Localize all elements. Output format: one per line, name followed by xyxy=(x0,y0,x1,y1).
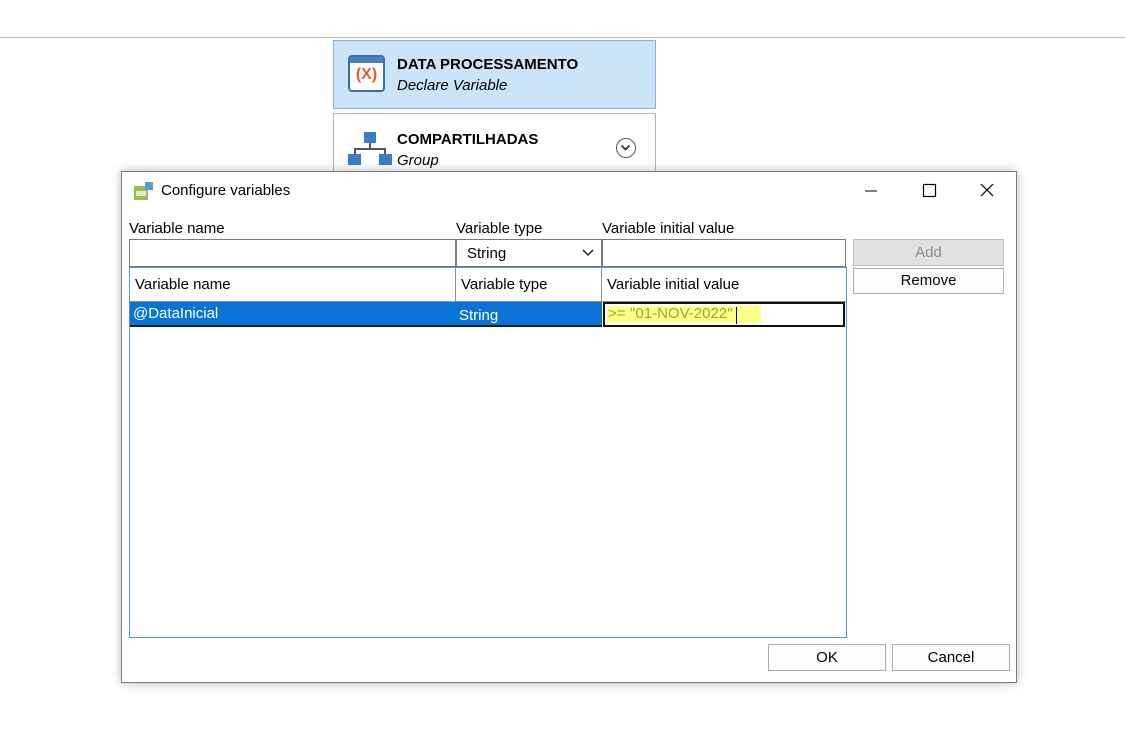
variable-type-selected: String xyxy=(467,245,507,262)
configure-variables-dialog: Configure variables Variable name Variab… xyxy=(121,171,1017,683)
minimize-icon xyxy=(865,190,877,192)
dialog-titlebar: Configure variables xyxy=(122,172,1016,210)
add-button[interactable]: Add xyxy=(853,239,1004,266)
cell-initial-value-text: >= ''01-NOV-2022'' xyxy=(608,305,733,322)
cell-initial-value-editor[interactable]: >= ''01-NOV-2022'' xyxy=(603,302,845,327)
remove-button[interactable]: Remove xyxy=(853,268,1004,294)
variables-grid[interactable]: Variable name Variable type Variable ini… xyxy=(129,267,847,638)
column-header-initial-value[interactable]: Variable initial value xyxy=(607,276,739,293)
node-subtitle: Declare Variable xyxy=(397,77,508,94)
variable-initial-value-input[interactable] xyxy=(602,239,846,267)
node-title: DATA PROCESSAMENTO xyxy=(397,56,579,73)
column-header-type[interactable]: Variable type xyxy=(461,276,547,293)
group-node[interactable]: COMPARTILHADAS Group xyxy=(333,113,656,177)
variable-type-select[interactable]: String xyxy=(456,239,602,267)
cancel-button[interactable]: Cancel xyxy=(892,644,1010,671)
grid-header: Variable name Variable type Variable ini… xyxy=(130,268,846,302)
close-button[interactable] xyxy=(958,172,1016,210)
expand-group-button[interactable] xyxy=(616,138,636,158)
dialog-title: Configure variables xyxy=(161,182,291,199)
cell-variable-type[interactable]: String xyxy=(459,307,498,324)
variable-name-label: Variable name xyxy=(129,220,225,237)
ok-button[interactable]: OK xyxy=(768,644,886,671)
app-icon xyxy=(134,182,153,200)
text-caret xyxy=(736,307,737,324)
node-subtitle: Group xyxy=(397,152,439,169)
node-title: COMPARTILHADAS xyxy=(397,131,539,148)
column-header-name[interactable]: Variable name xyxy=(135,276,231,293)
chevron-down-icon xyxy=(620,144,631,151)
close-icon xyxy=(980,183,994,197)
cell-variable-name[interactable]: @DataInicial xyxy=(133,305,218,322)
variable-type-label: Variable type xyxy=(456,220,543,237)
column-separator xyxy=(601,268,602,302)
declare-variable-node[interactable]: (X) DATA PROCESSAMENTO Declare Variable xyxy=(333,40,656,109)
variable-initial-value-label: Variable initial value xyxy=(602,220,735,237)
maximize-button[interactable] xyxy=(900,172,958,210)
maximize-icon xyxy=(922,183,937,198)
group-hierarchy-icon xyxy=(348,132,392,165)
chevron-down-icon xyxy=(582,249,594,257)
declare-variable-icon: (X) xyxy=(348,55,385,92)
variable-name-input[interactable] xyxy=(129,239,456,267)
minimize-button[interactable] xyxy=(842,172,900,210)
canvas-divider xyxy=(0,37,1125,38)
